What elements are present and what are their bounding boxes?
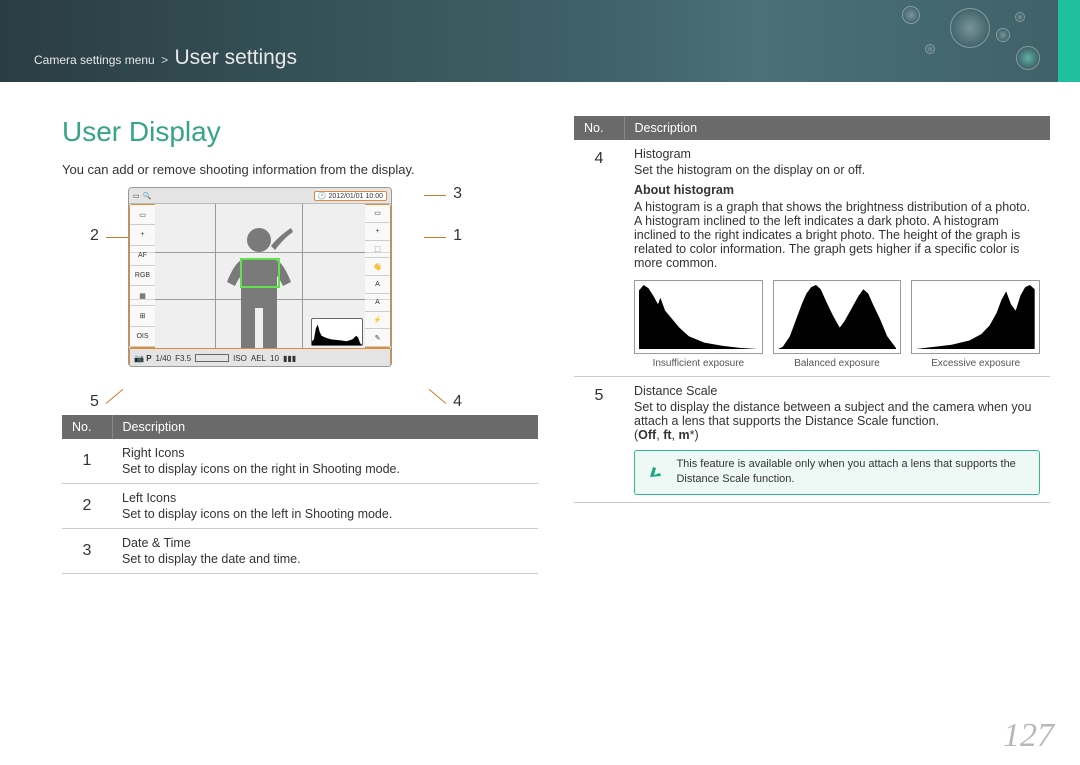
hist-cap-insufficient: Insufficient exposure: [634, 358, 763, 369]
page-banner: Camera settings menu > User settings: [0, 0, 1080, 82]
row-number: 2: [62, 484, 112, 529]
th-no: No.: [62, 415, 112, 439]
callout-4: 4: [453, 393, 462, 411]
row-desc: Set to display the distance between a su…: [634, 400, 1031, 428]
row-desc: Set to display the date and time.: [122, 552, 301, 566]
row-title: Left Icons: [122, 491, 528, 505]
table-row: 5 Distance Scale Set to display the dist…: [574, 377, 1050, 503]
left-icon-column: ▭+AFRGB▦⊞OIS: [129, 204, 155, 348]
camera-illustration: ▭🔍 🕐 2012/01/01 10:00 ▭+AFRGB▦⊞OIS ▭+⬚👋A…: [94, 187, 424, 403]
callout-1: 1: [453, 227, 462, 245]
row-desc: Set the histogram on the display on or o…: [634, 163, 865, 177]
intro-text: You can add or remove shooting informati…: [62, 162, 538, 177]
options-suffix: ): [694, 428, 698, 442]
hist-cap-excessive: Excessive exposure: [911, 358, 1040, 369]
histogram-insufficient: [634, 280, 763, 354]
note-icon: [645, 460, 666, 484]
row-title: Histogram: [634, 147, 1040, 161]
note-box: This feature is available only when you …: [634, 450, 1040, 495]
row-number: 3: [62, 529, 112, 574]
about-histogram-heading: About histogram: [634, 183, 1040, 197]
left-column: User Display You can add or remove shoot…: [62, 116, 538, 574]
right-icon-column: ▭+⬚👋AA⚡✎: [365, 204, 391, 348]
histogram-examples: [634, 280, 1040, 354]
description-table-left: No. Description 1 Right Icons Set to disp…: [62, 415, 538, 574]
note-text: This feature is available only when you …: [676, 457, 1029, 488]
th-desc: Description: [624, 116, 1050, 140]
opt-m: m: [678, 428, 689, 442]
callout-3: 3: [453, 185, 462, 203]
hist-cap-balanced: Balanced exposure: [773, 358, 902, 369]
page-content: User Display You can add or remove shoot…: [0, 82, 1080, 574]
opt-off: Off: [638, 428, 656, 442]
callout-5: 5: [90, 393, 99, 411]
table-row: 4 Histogram Set the histogram on the dis…: [574, 140, 1050, 377]
table-row: 1 Right Icons Set to display icons on the…: [62, 439, 538, 484]
th-no: No.: [574, 116, 624, 140]
camera-viewfinder: ▭+AFRGB▦⊞OIS ▭+⬚👋AA⚡✎: [129, 204, 391, 348]
table-header-row: No. Description: [574, 116, 1050, 140]
row-title: Distance Scale: [634, 384, 1040, 398]
camera-top-bar: ▭🔍 🕐 2012/01/01 10:00: [129, 188, 391, 204]
histogram-captions: Insufficient exposure Balanced exposure …: [634, 358, 1040, 369]
page-title: User Display: [62, 116, 538, 148]
breadcrumb-root: Camera settings menu: [34, 53, 155, 67]
row-number: 5: [574, 377, 624, 503]
breadcrumb-leaf: User settings: [174, 46, 297, 69]
breadcrumb: Camera settings menu > User settings: [34, 46, 297, 70]
row-desc: Set to display icons on the left in Shoo…: [122, 507, 392, 521]
table-row: 2 Left Icons Set to display icons on the …: [62, 484, 538, 529]
row-desc: Set to display icons on the right in Sho…: [122, 462, 400, 476]
opt-ft: ft: [663, 428, 671, 442]
histogram-balanced: [773, 280, 902, 354]
table-header-row: No. Description: [62, 415, 538, 439]
row-title: Date & Time: [122, 536, 528, 550]
camera-date: 🕐 2012/01/01 10:00: [314, 191, 387, 201]
row-number: 1: [62, 439, 112, 484]
camera-bottom-bar: 📷 P 1/40 F3.5 ISO AEL 10 ▮▮▮: [129, 348, 391, 367]
callout-2: 2: [90, 227, 99, 245]
table-row: 3 Date & Time Set to display the date and…: [62, 529, 538, 574]
right-column: No. Description 4 Histogram Set the hist…: [574, 116, 1050, 574]
about-histogram-text: A histogram is a graph that shows the br…: [634, 200, 1030, 270]
row-number: 4: [574, 140, 624, 377]
histogram-excessive: [911, 280, 1040, 354]
camera-screen: ▭🔍 🕐 2012/01/01 10:00 ▭+AFRGB▦⊞OIS ▭+⬚👋A…: [128, 187, 392, 367]
page-number: 127: [1003, 717, 1054, 755]
af-frame-icon: [240, 258, 280, 288]
description-table-right: No. Description 4 Histogram Set the hist…: [574, 116, 1050, 503]
row-title: Right Icons: [122, 446, 528, 460]
breadcrumb-separator: >: [161, 53, 168, 67]
th-desc: Description: [112, 415, 538, 439]
histogram-overlay: [311, 318, 363, 346]
